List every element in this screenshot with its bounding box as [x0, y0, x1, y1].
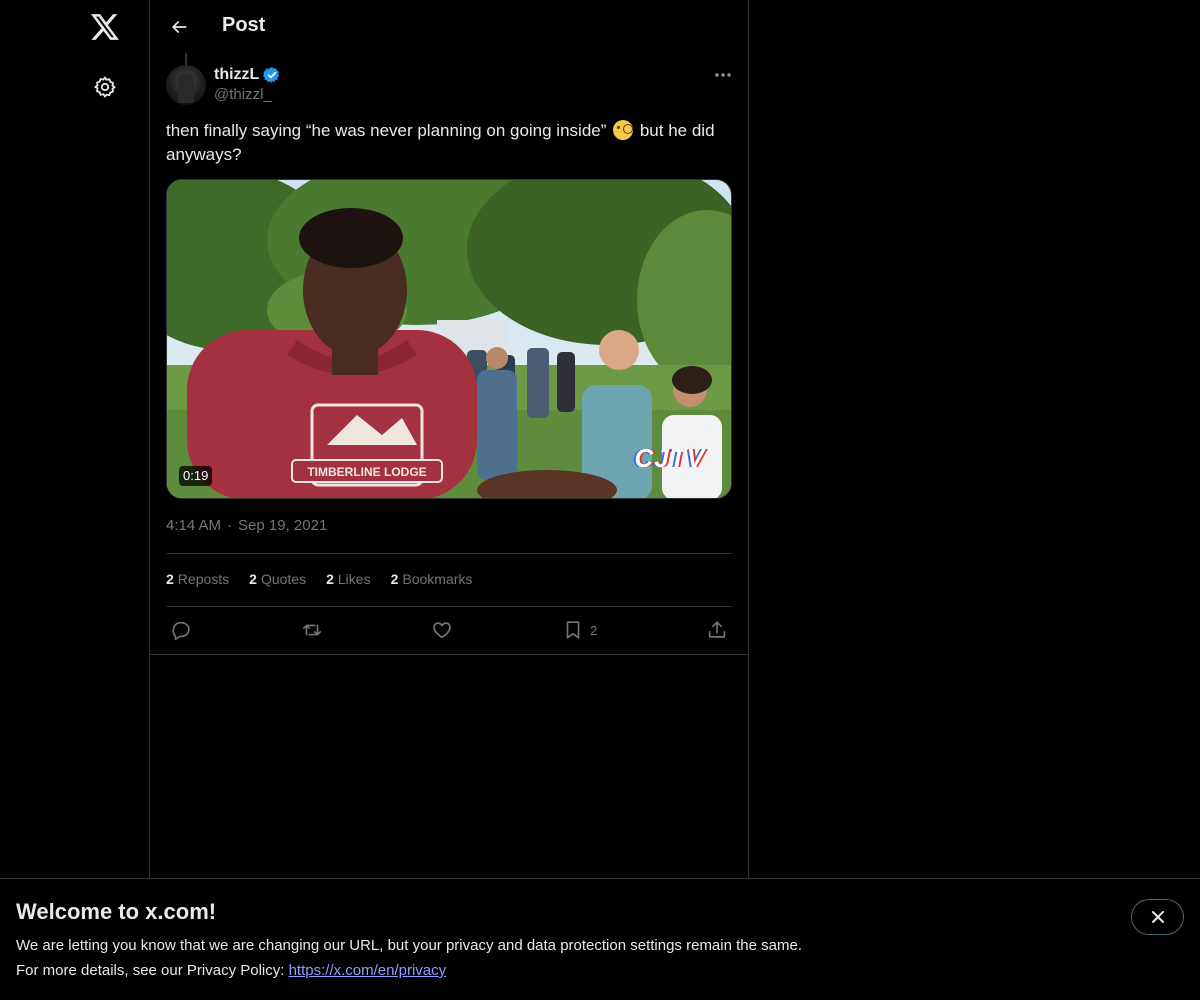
reposts-label: Reposts	[177, 571, 230, 587]
quotes-stat[interactable]: 2 Quotes	[249, 571, 306, 591]
privacy-policy-link[interactable]: https://x.com/en/privacy	[289, 962, 447, 979]
reply-button[interactable]	[170, 619, 192, 641]
thread-connector	[185, 53, 187, 65]
face-with-monocle-icon	[613, 120, 634, 140]
arrow-left-icon	[169, 17, 189, 37]
banner-title: Welcome to x.com!	[16, 899, 217, 924]
bookmark-button[interactable]: 2	[562, 619, 597, 641]
verified-badge-icon	[263, 66, 281, 84]
reply-icon	[170, 619, 192, 641]
more-options-button[interactable]	[708, 64, 738, 86]
bookmarks-stat[interactable]: 2 Bookmarks	[391, 571, 473, 591]
divider	[166, 553, 732, 554]
bookmarks-label: Bookmarks	[402, 571, 473, 587]
divider	[150, 654, 748, 655]
welcome-banner: Welcome to x.com! We are letting you kno…	[0, 878, 1200, 1000]
quotes-count: 2	[249, 571, 257, 587]
reposts-stat[interactable]: 2 Reposts	[166, 571, 229, 591]
shirt-text: TIMBERLINE LODGE	[307, 465, 426, 479]
avatar[interactable]	[166, 65, 206, 105]
quotes-label: Quotes	[260, 571, 307, 587]
page-title: Post	[222, 14, 266, 36]
heart-icon	[431, 619, 453, 641]
share-icon	[706, 619, 728, 641]
close-icon	[1150, 909, 1166, 925]
likes-label: Likes	[337, 571, 371, 587]
likes-stat[interactable]: 2 Likes	[326, 571, 370, 591]
share-button[interactable]	[706, 619, 728, 641]
banner-message: We are letting you know that we are chan…	[16, 937, 802, 954]
close-banner-button[interactable]	[1131, 899, 1184, 935]
x-logo-icon[interactable]	[90, 12, 120, 42]
meta-separator: ·	[227, 517, 233, 534]
reposts-count: 2	[166, 571, 174, 587]
gear-icon[interactable]	[88, 70, 122, 104]
post-header: Post	[150, 0, 748, 53]
back-button[interactable]	[162, 10, 196, 44]
post-timestamp: 4:14 AM · Sep 19, 2021	[166, 517, 327, 534]
post-time[interactable]: 4:14 AM	[166, 517, 221, 534]
video-watermark: CJTV	[634, 443, 705, 473]
post-date[interactable]: Sep 19, 2021	[238, 517, 327, 534]
author-block: thizzL @thizzl_	[214, 65, 281, 103]
bookmark-icon	[562, 619, 584, 641]
post-actions: 2	[166, 607, 732, 653]
repost-icon	[301, 619, 323, 641]
post-text: then finally saying “he was never planni…	[166, 119, 732, 167]
like-button[interactable]	[431, 619, 453, 641]
bookmarks-count: 2	[390, 571, 399, 587]
bookmark-count: 2	[590, 622, 598, 638]
post-text-part-1: then finally saying “he was never planni…	[166, 121, 612, 140]
more-horizontal-icon	[714, 72, 732, 78]
banner-details-text: For more details, see our Privacy Policy…	[16, 962, 289, 979]
post-column: Post thizzL @thizzl_ then finally saying…	[149, 0, 749, 1000]
author-handle[interactable]: @thizzl_	[214, 86, 281, 103]
video-player[interactable]: TIMBERLINE LODGE CJTV 0:19	[166, 179, 732, 499]
left-nav	[0, 0, 149, 1000]
repost-button[interactable]	[301, 619, 323, 641]
likes-count: 2	[326, 571, 334, 587]
video-duration: 0:19	[179, 466, 213, 486]
app: Post thizzL @thizzl_ then finally saying…	[0, 0, 1200, 1000]
banner-details: For more details, see our Privacy Policy…	[16, 962, 446, 979]
post-stats: 2 Reposts 2 Quotes 2 Likes 2 Bookmarks	[166, 571, 472, 591]
author-name[interactable]: thizzL	[214, 66, 259, 84]
